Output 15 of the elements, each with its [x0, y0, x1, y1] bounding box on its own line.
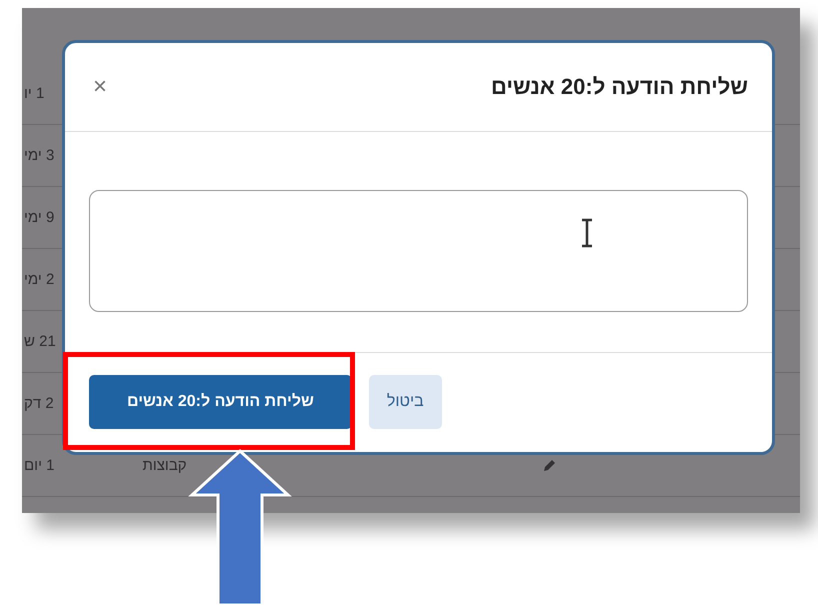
table-cell: קבוצות — [142, 457, 187, 474]
table-cell: 9 ימי — [24, 209, 54, 226]
table-cell: 2 ימי — [24, 271, 54, 288]
cancel-button[interactable]: ביטול — [368, 375, 442, 429]
table-cell: 3 ימי — [24, 147, 54, 164]
table-cell: 1 יום — [24, 457, 54, 474]
send-button[interactable]: שליחת הודעה ל:20 אנשים — [89, 375, 352, 429]
dialog-title: שליחת הודעה ל:20 אנשים — [491, 74, 748, 100]
close-button[interactable]: × — [89, 73, 112, 101]
table-cell: 21 ש — [24, 333, 56, 350]
pencil-icon — [542, 458, 556, 472]
message-field[interactable] — [89, 190, 748, 312]
table-cell: 2 דק — [24, 395, 54, 412]
table-cell: 1 יו — [24, 85, 44, 102]
text-cursor-icon — [580, 218, 594, 248]
